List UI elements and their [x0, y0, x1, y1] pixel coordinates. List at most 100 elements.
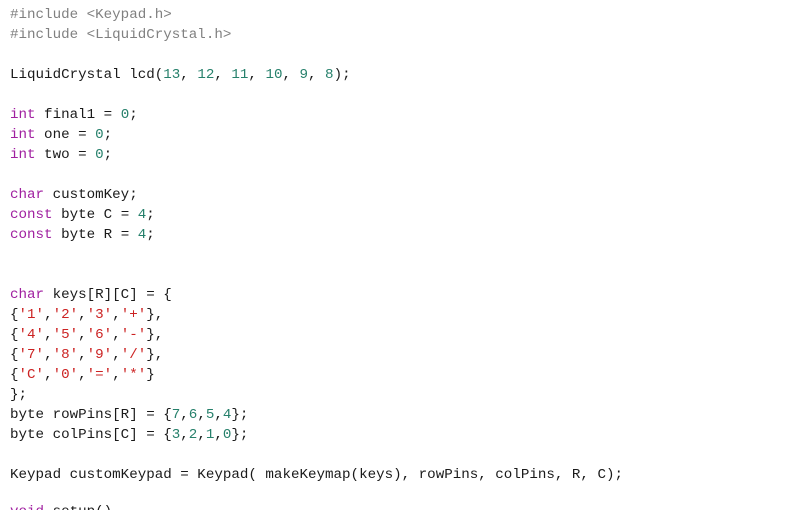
code-token-plain: , — [214, 407, 223, 423]
code-token-charlit: '-' — [120, 327, 147, 343]
code-token-keyword: void — [10, 504, 44, 510]
code-token-plain: }, — [146, 307, 164, 323]
code-token-plain: byte R = — [52, 227, 138, 243]
code-line[interactable]: }; — [10, 385, 27, 405]
code-token-keyword: char — [10, 187, 45, 203]
code-token-plain: byte C = — [52, 207, 138, 223]
code-token-plain: byte rowPins[R] = { — [10, 407, 172, 423]
code-token-plain: , — [78, 367, 87, 383]
code-token-keyword: int — [10, 147, 36, 163]
code-token-plain: , — [44, 347, 53, 363]
code-token-charlit: '9' — [86, 347, 113, 363]
code-token-plain: , — [112, 347, 121, 363]
code-token-number: 0 — [120, 107, 130, 123]
code-line[interactable]: int final1 = 0; — [10, 105, 138, 125]
code-token-plain: , — [112, 367, 121, 383]
code-token-keyword: const — [10, 227, 53, 243]
code-token-plain: , — [78, 347, 87, 363]
code-line[interactable]: {'4','5','6','-'}, — [10, 325, 163, 345]
code-token-preproc: #include <Keypad.h> — [10, 7, 172, 23]
code-line[interactable]: #include <LiquidCrystal.h> — [10, 25, 231, 45]
code-line[interactable]: int two = 0; — [10, 145, 112, 165]
code-token-plain: , — [44, 327, 53, 343]
code-token-plain: , — [197, 407, 206, 423]
code-token-plain: final1 = — [35, 107, 121, 123]
code-token-plain: ; — [146, 227, 155, 243]
code-line[interactable]: {'1','2','3','+'}, — [10, 305, 163, 325]
code-token-plain: , — [248, 67, 266, 83]
code-token-plain: ; — [129, 107, 138, 123]
code-token-plain: }; — [10, 387, 28, 403]
code-token-plain: , — [44, 367, 53, 383]
code-token-charlit: '7' — [18, 347, 45, 363]
code-line[interactable]: {'C','0','=','*'} — [10, 365, 155, 385]
code-line[interactable]: LiquidCrystal lcd(13, 12, 11, 10, 9, 8); — [10, 65, 351, 85]
code-token-number: 3 — [171, 427, 181, 443]
code-token-plain: , — [112, 307, 121, 323]
code-token-plain: ; — [146, 207, 155, 223]
code-token-plain: }, — [146, 327, 164, 343]
code-line[interactable]: const byte C = 4; — [10, 205, 155, 225]
code-token-plain: , — [180, 427, 189, 443]
code-line[interactable]: {'7','8','9','/'}, — [10, 345, 163, 365]
code-token-charlit: '/' — [120, 347, 147, 363]
code-token-plain: , — [78, 307, 87, 323]
code-line[interactable]: char customKey; — [10, 185, 138, 205]
code-line[interactable]: int one = 0; — [10, 125, 112, 145]
code-token-charlit: '+' — [120, 307, 147, 323]
code-token-number: 0 — [95, 147, 104, 163]
code-line[interactable]: Keypad customKeypad = Keypad( makeKeymap… — [10, 465, 623, 485]
code-line[interactable]: const byte R = 4; — [10, 225, 155, 245]
code-token-keyword: int — [10, 127, 36, 143]
code-token-plain: ); — [333, 67, 351, 83]
code-token-plain: , — [197, 427, 206, 443]
code-token-plain: two = — [35, 147, 96, 163]
code-token-number: 10 — [265, 67, 283, 83]
code-token-plain: { — [10, 347, 19, 363]
code-token-number: 13 — [163, 67, 181, 83]
code-line[interactable]: byte rowPins[R] = {7,6,5,4}; — [10, 405, 248, 425]
code-token-plain: }, — [146, 347, 164, 363]
code-token-plain: }; — [231, 407, 249, 423]
code-token-plain: }; — [231, 427, 249, 443]
code-token-number: 9 — [299, 67, 309, 83]
code-token-charlit: '5' — [52, 327, 79, 343]
code-token-plain: byte colPins[C] = { — [10, 427, 172, 443]
code-listing[interactable]: #include <Keypad.h> #include <LiquidCryst… — [0, 0, 807, 510]
code-token-keyword: const — [10, 207, 53, 223]
code-token-charlit: '3' — [86, 307, 113, 323]
code-token-plain: } — [146, 367, 155, 383]
code-token-number: 11 — [231, 67, 249, 83]
code-token-plain: Keypad customKeypad = Keypad( makeKeymap… — [10, 467, 623, 483]
code-token-charlit: '2' — [52, 307, 79, 323]
code-token-number: 4 — [137, 227, 147, 243]
code-token-charlit: '6' — [86, 327, 113, 343]
code-token-plain: , — [44, 307, 53, 323]
code-token-number: 4 — [137, 207, 147, 223]
code-line[interactable]: #include <Keypad.h> — [10, 5, 172, 25]
code-token-plain: keys[R][C] = { — [44, 287, 172, 303]
code-token-plain: , — [214, 67, 232, 83]
code-token-charlit: '*' — [120, 367, 147, 383]
code-token-number: 12 — [197, 67, 215, 83]
code-line[interactable]: byte colPins[C] = {3,2,1,0}; — [10, 425, 248, 445]
code-token-plain: , — [214, 427, 223, 443]
code-token-plain: , — [78, 327, 87, 343]
code-token-plain: , — [112, 327, 121, 343]
code-token-plain: { — [10, 327, 19, 343]
code-token-charlit: '0' — [52, 367, 79, 383]
code-line[interactable]: void setup() — [10, 502, 112, 510]
code-token-charlit: '=' — [86, 367, 113, 383]
code-token-keyword: int — [10, 107, 36, 123]
code-token-plain: customKey; — [44, 187, 138, 203]
code-token-number: 8 — [325, 67, 334, 83]
code-token-charlit: '1' — [18, 307, 45, 323]
code-token-charlit: 'C' — [18, 367, 45, 383]
code-token-plain: one = — [35, 127, 96, 143]
code-token-number: 7 — [171, 407, 181, 423]
code-line[interactable]: char keys[R][C] = { — [10, 285, 172, 305]
